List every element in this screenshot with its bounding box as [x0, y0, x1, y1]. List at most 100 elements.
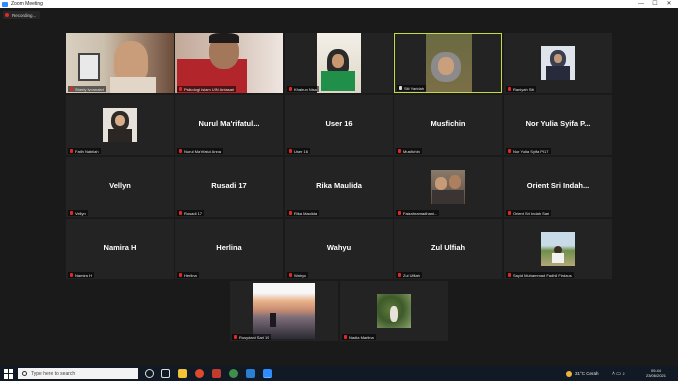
store-icon[interactable]	[246, 369, 255, 378]
file-explorer-icon[interactable]	[178, 369, 187, 378]
mic-muted-icon	[344, 335, 347, 339]
participant-tile[interactable]: Rusydani Sari 19	[230, 281, 338, 341]
participant-tile[interactable]: Sherly Ivonnakrt	[66, 33, 174, 93]
participant-name: Nurul Ma'rifatul...	[198, 119, 260, 128]
close-button[interactable]: ✕	[664, 0, 674, 8]
participant-tile[interactable]: Nadia Marlina	[340, 281, 448, 341]
participant-tile[interactable]: Rusadi 17 Rusadi 17	[175, 157, 283, 217]
person-body	[546, 66, 570, 80]
participant-tile[interactable]: Herlina Herlina	[175, 219, 283, 279]
windows-start-icon[interactable]	[4, 368, 14, 379]
participant-caption: Nor Yulia Syifa PI17	[506, 148, 551, 154]
browser-icon[interactable]	[195, 369, 204, 378]
mic-muted-icon	[508, 273, 511, 277]
participant-tile[interactable]: Namira H Namira H	[66, 219, 174, 279]
mic-muted-icon	[70, 211, 73, 215]
maximize-button[interactable]: ☐	[650, 0, 660, 8]
weather-widget[interactable]: 31°C Cerah	[566, 366, 599, 381]
mic-muted-icon	[289, 211, 292, 215]
participant-tile[interactable]: Musfichin Musfichin	[394, 95, 502, 155]
mic-muted-icon	[289, 87, 292, 91]
participant-tile[interactable]: Fatih Nabilah	[66, 95, 174, 155]
monitor-in-video	[78, 53, 100, 81]
window-title: Zoom Meeting	[11, 1, 43, 7]
search-icon	[22, 371, 27, 376]
task-view-icon[interactable]	[161, 369, 170, 378]
participant-tile[interactable]: Wahyu Wahyu	[285, 219, 393, 279]
participant-name: Nor Yulia Syifa P...	[525, 119, 591, 128]
windows-taskbar: Type here to search 31°C Cerah ˄ ▭ ♪ 09.…	[0, 366, 678, 381]
participant-name: User 16	[325, 119, 353, 128]
recording-indicator[interactable]: Recording...	[3, 11, 41, 19]
active-speaker-tile[interactable]: Siti Yaridah	[394, 33, 502, 93]
participant-caption: Nadia Marlina	[342, 334, 376, 340]
mic-muted-icon	[179, 149, 182, 153]
office-app-icon[interactable]	[212, 369, 221, 378]
taskbar-search-input[interactable]: Type here to search	[18, 368, 138, 379]
participant-tile[interactable]: Nurul Ma'rifatul... Nurul Ma'rifatul Ann…	[175, 95, 283, 155]
mic-muted-icon	[398, 273, 401, 277]
participant-caption: Psikologi Islam UIN Antasari	[177, 86, 237, 92]
person-body	[432, 190, 464, 204]
participant-caption: Wahyu	[287, 272, 309, 278]
participant-name: Namira H	[103, 243, 137, 252]
participant-caption: Zul Ulfiah	[396, 272, 422, 278]
profile-photo	[253, 283, 315, 339]
cortana-icon[interactable]	[145, 369, 154, 378]
mic-muted-icon	[179, 87, 182, 91]
sun-icon	[566, 370, 572, 377]
participant-tile[interactable]: Faizahramadhani...	[394, 157, 502, 217]
mic-muted-icon	[70, 149, 73, 153]
taskbar-clock[interactable]: 09.44 23/06/2021	[646, 368, 666, 378]
participant-tile[interactable]: User 16 User 16	[285, 95, 393, 155]
participant-caption: Khairun Nisa	[287, 86, 319, 92]
mic-muted-icon	[234, 335, 237, 339]
participant-caption: Sherly Ivonnakrt	[68, 86, 106, 92]
person-silhouette	[270, 313, 276, 327]
participant-caption: Siti Yaridah	[397, 85, 427, 91]
participant-tile[interactable]: Orient Sri Indah... Orient Sri Indah Sar…	[504, 157, 612, 217]
person-hair	[209, 33, 239, 43]
participant-caption: Fatih Nabilah	[68, 148, 101, 154]
chrome-icon[interactable]	[229, 369, 238, 378]
participant-caption: Musfichin	[396, 148, 422, 154]
participant-caption: User 16	[287, 148, 311, 154]
person-face	[554, 54, 562, 63]
participant-tile[interactable]: Rika Maulida Rika Maulida	[285, 157, 393, 217]
participant-tile[interactable]: Khairun Nisa	[285, 33, 393, 93]
participant-caption: Raniyah Siti	[506, 86, 537, 92]
mic-muted-icon	[398, 149, 401, 153]
weather-text: 31°C Cerah	[575, 371, 599, 376]
participant-caption: Namira H	[68, 272, 94, 278]
participant-tile[interactable]: Raniyah Siti	[504, 33, 612, 93]
participant-tile[interactable]: Zul Ulfiah Zul Ulfiah	[394, 219, 502, 279]
person-body	[552, 253, 564, 263]
mic-muted-icon	[508, 87, 511, 91]
participant-tile[interactable]: Sayid Muhammad Fadhil Firdaus	[504, 219, 612, 279]
person-face	[438, 57, 454, 75]
participant-name: Zul Ulfiah	[430, 243, 466, 252]
person-body	[110, 77, 156, 93]
zoom-logo-icon	[2, 1, 8, 7]
zoom-taskbar-icon[interactable]	[263, 369, 272, 378]
participant-caption: Nurul Ma'rifatul Anna	[177, 148, 224, 154]
participant-name: Vellyn	[109, 181, 131, 190]
recording-dot-icon	[5, 13, 9, 17]
person-face	[332, 54, 344, 68]
minimize-button[interactable]: —	[636, 0, 646, 8]
participant-caption: Herlina	[177, 272, 199, 278]
person-face	[115, 115, 125, 126]
tray-icons[interactable]: ˄ ▭ ♪	[612, 366, 625, 381]
search-placeholder: Type here to search	[31, 370, 76, 377]
participant-caption: Vellyn	[68, 210, 88, 216]
participant-tile[interactable]: Psikologi Islam UIN Antasari	[175, 33, 283, 93]
person-face	[449, 175, 461, 189]
person-body	[321, 71, 355, 91]
person-body	[108, 129, 132, 142]
mic-active-icon	[399, 86, 402, 90]
participant-caption: Faizahramadhani...	[396, 210, 440, 216]
mic-muted-icon	[508, 149, 511, 153]
participant-name: Musfichin	[430, 119, 466, 128]
participant-tile[interactable]: Nor Yulia Syifa P... Nor Yulia Syifa PI1…	[504, 95, 612, 155]
participant-tile[interactable]: Vellyn Vellyn	[66, 157, 174, 217]
